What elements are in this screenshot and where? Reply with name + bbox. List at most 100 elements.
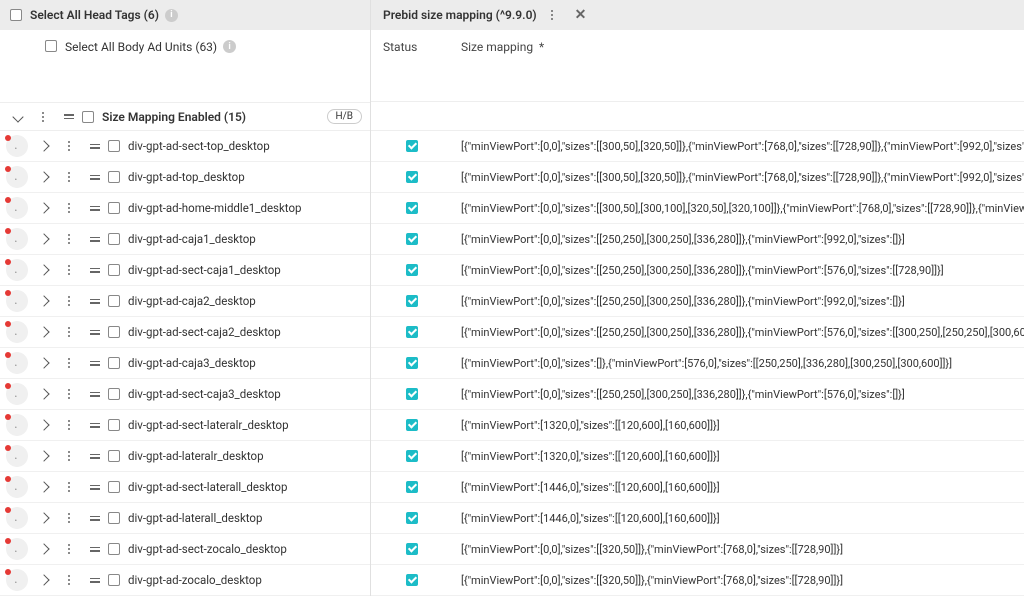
row-checkbox[interactable] <box>108 140 120 152</box>
adunit-row[interactable]: div-gpt-ad-caja1_desktop <box>0 224 370 255</box>
chevron-right-icon[interactable] <box>38 233 49 244</box>
adunit-row[interactable]: div-gpt-ad-sect-zocalo_desktop <box>0 534 370 565</box>
adunit-row[interactable]: div-gpt-ad-sect-caja3_desktop <box>0 379 370 410</box>
more-icon[interactable] <box>62 420 76 430</box>
status-checkbox[interactable] <box>406 512 418 524</box>
status-checkbox[interactable] <box>406 357 418 369</box>
status-checkbox[interactable] <box>406 388 418 400</box>
more-icon[interactable] <box>62 265 76 275</box>
drag-icon[interactable] <box>88 547 102 552</box>
chevron-right-icon[interactable] <box>38 202 49 213</box>
hb-badge[interactable]: H/B <box>327 109 363 124</box>
adunit-row[interactable]: div-gpt-ad-caja3_desktop <box>0 348 370 379</box>
chevron-right-icon[interactable] <box>38 326 49 337</box>
status-checkbox[interactable] <box>406 202 418 214</box>
chevron-right-icon[interactable] <box>38 481 49 492</box>
status-checkbox[interactable] <box>406 326 418 338</box>
section-header-row[interactable]: Size Mapping Enabled (15) H/B <box>0 102 370 131</box>
status-checkbox[interactable] <box>406 171 418 183</box>
more-icon[interactable] <box>62 513 76 523</box>
drag-icon[interactable] <box>88 206 102 211</box>
size-mapping-value[interactable]: [{"minViewPort":[0,0],"sizes":[[250,250]… <box>461 388 1024 401</box>
adunit-row[interactable]: div-gpt-ad-caja2_desktop <box>0 286 370 317</box>
row-checkbox[interactable] <box>108 388 120 400</box>
adunit-row[interactable]: div-gpt-ad-sect-laterall_desktop <box>0 472 370 503</box>
status-checkbox[interactable] <box>406 450 418 462</box>
size-mapping-value[interactable]: [{"minViewPort":[0,0],"sizes":[]},{"minV… <box>461 357 1024 370</box>
section-checkbox[interactable] <box>82 111 94 123</box>
row-checkbox[interactable] <box>108 481 120 493</box>
more-icon[interactable] <box>62 451 76 461</box>
adunit-row[interactable]: div-gpt-ad-sect-lateralr_desktop <box>0 410 370 441</box>
row-checkbox[interactable] <box>108 295 120 307</box>
drag-icon[interactable] <box>88 175 102 180</box>
size-mapping-value[interactable]: [{"minViewPort":[0,0],"sizes":[[300,50],… <box>461 171 1024 184</box>
more-icon[interactable] <box>62 296 76 306</box>
more-icon[interactable] <box>62 575 76 585</box>
adunit-row[interactable]: div-gpt-ad-laterall_desktop <box>0 503 370 534</box>
chevron-right-icon[interactable] <box>38 388 49 399</box>
drag-icon[interactable] <box>88 361 102 366</box>
size-mapping-value[interactable]: [{"minViewPort":[0,0],"sizes":[[320,50]]… <box>461 574 1024 587</box>
row-checkbox[interactable] <box>108 326 120 338</box>
row-checkbox[interactable] <box>108 419 120 431</box>
chevron-right-icon[interactable] <box>38 264 49 275</box>
size-mapping-value[interactable]: [{"minViewPort":[0,0],"sizes":[[300,50],… <box>461 202 1024 215</box>
status-checkbox[interactable] <box>406 419 418 431</box>
size-mapping-value[interactable]: [{"minViewPort":[1320,0],"sizes":[[120,6… <box>461 419 1024 432</box>
drag-icon[interactable] <box>88 392 102 397</box>
more-icon[interactable] <box>62 327 76 337</box>
close-icon[interactable]: ✕ <box>575 7 587 23</box>
drag-icon[interactable] <box>88 299 102 304</box>
row-checkbox[interactable] <box>108 171 120 183</box>
drag-icon[interactable] <box>88 268 102 273</box>
row-checkbox[interactable] <box>108 574 120 586</box>
status-checkbox[interactable] <box>406 295 418 307</box>
drag-icon[interactable] <box>88 516 102 521</box>
size-mapping-value[interactable]: [{"minViewPort":[0,0],"sizes":[[300,50],… <box>461 140 1024 153</box>
chevron-right-icon[interactable] <box>38 574 49 585</box>
more-icon[interactable] <box>62 544 76 554</box>
chevron-right-icon[interactable] <box>38 295 49 306</box>
more-icon[interactable] <box>62 482 76 492</box>
status-checkbox[interactable] <box>406 481 418 493</box>
status-checkbox[interactable] <box>406 140 418 152</box>
row-checkbox[interactable] <box>108 450 120 462</box>
chevron-right-icon[interactable] <box>38 450 49 461</box>
status-checkbox[interactable] <box>406 233 418 245</box>
drag-icon[interactable] <box>88 454 102 459</box>
drag-icon[interactable] <box>88 578 102 583</box>
row-checkbox[interactable] <box>108 233 120 245</box>
info-icon[interactable]: i <box>165 9 178 22</box>
adunit-row[interactable]: div-gpt-ad-sect-caja1_desktop <box>0 255 370 286</box>
drag-icon[interactable] <box>88 485 102 490</box>
adunit-row[interactable]: div-gpt-ad-sect-caja2_desktop <box>0 317 370 348</box>
drag-icon[interactable] <box>62 114 76 119</box>
size-mapping-value[interactable]: [{"minViewPort":[0,0],"sizes":[[250,250]… <box>461 295 1024 308</box>
adunit-row[interactable]: div-gpt-ad-home-middle1_desktop <box>0 193 370 224</box>
info-icon[interactable]: i <box>223 40 236 53</box>
status-checkbox[interactable] <box>406 264 418 276</box>
more-icon[interactable] <box>545 10 559 20</box>
row-checkbox[interactable] <box>108 357 120 369</box>
adunit-row[interactable]: div-gpt-ad-lateralr_desktop <box>0 441 370 472</box>
size-mapping-value[interactable]: [{"minViewPort":[1446,0],"sizes":[[120,6… <box>461 512 1024 525</box>
chevron-right-icon[interactable] <box>38 357 49 368</box>
row-checkbox[interactable] <box>108 264 120 276</box>
select-all-head-checkbox[interactable] <box>10 9 22 21</box>
size-mapping-value[interactable]: [{"minViewPort":[0,0],"sizes":[[250,250]… <box>461 233 1024 246</box>
status-checkbox[interactable] <box>406 574 418 586</box>
drag-icon[interactable] <box>88 144 102 149</box>
more-icon[interactable] <box>36 112 50 122</box>
row-checkbox[interactable] <box>108 512 120 524</box>
adunit-row[interactable]: div-gpt-ad-sect-top_desktop <box>0 131 370 162</box>
drag-icon[interactable] <box>88 423 102 428</box>
size-mapping-value[interactable]: [{"minViewPort":[0,0],"sizes":[[320,50]]… <box>461 543 1024 556</box>
more-icon[interactable] <box>62 141 76 151</box>
status-checkbox[interactable] <box>406 543 418 555</box>
chevron-right-icon[interactable] <box>38 543 49 554</box>
row-checkbox[interactable] <box>108 543 120 555</box>
adunit-row[interactable]: div-gpt-ad-top_desktop <box>0 162 370 193</box>
chevron-right-icon[interactable] <box>38 140 49 151</box>
adunit-row[interactable]: div-gpt-ad-zocalo_desktop <box>0 565 370 596</box>
